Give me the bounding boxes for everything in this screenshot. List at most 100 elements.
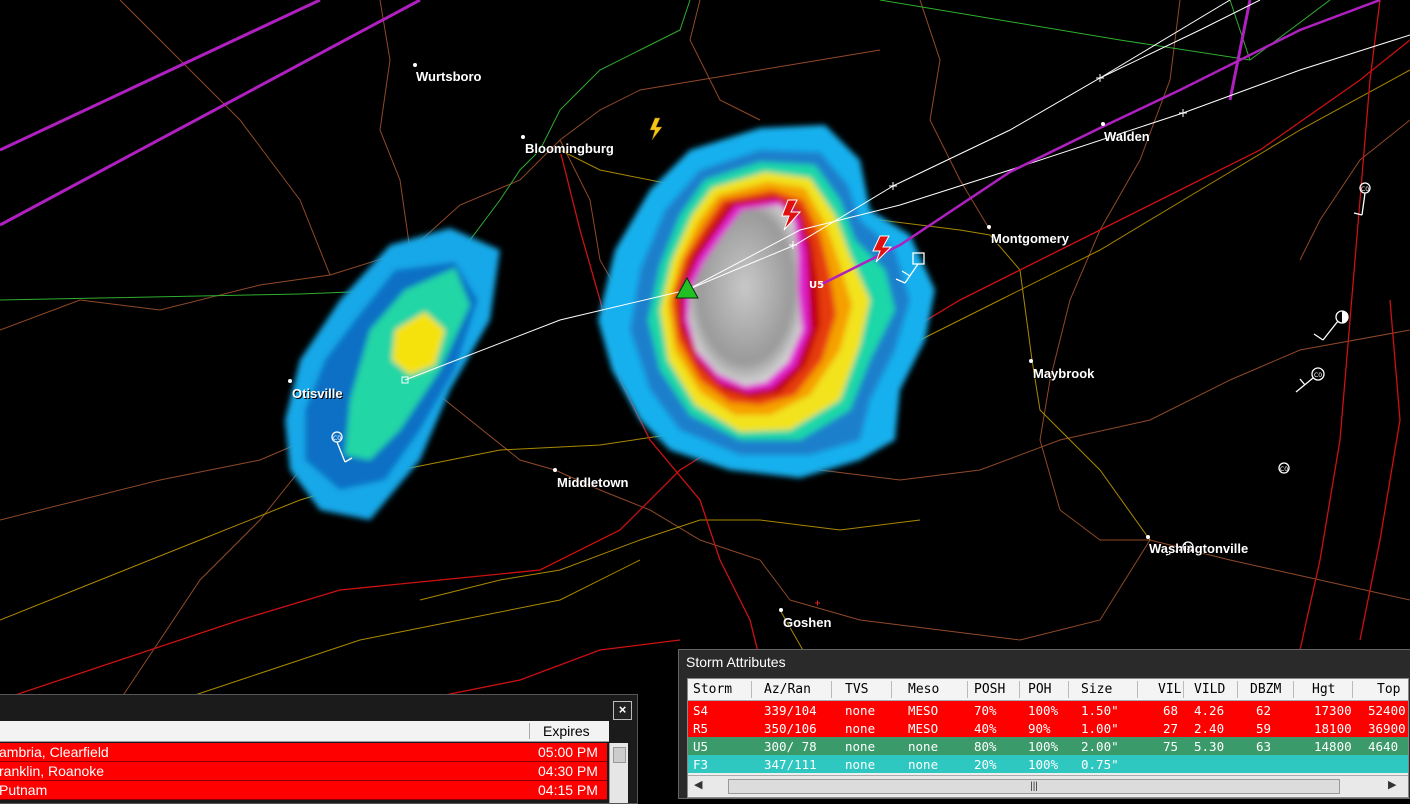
table-cell: none bbox=[908, 757, 939, 772]
warnings-table-header: Expires bbox=[0, 721, 609, 742]
column-header-meso[interactable]: Meso bbox=[908, 682, 939, 697]
table-cell: 4.26 bbox=[1194, 703, 1225, 718]
table-cell: 4640 bbox=[1368, 739, 1399, 754]
warning-row[interactable]: Putnam 04:15 PM bbox=[0, 781, 607, 800]
column-header-tvs[interactable]: TVS bbox=[845, 682, 868, 697]
column-header-poh[interactable]: POH bbox=[1028, 682, 1051, 697]
storm-id-label: U5 bbox=[809, 280, 824, 291]
city-dot bbox=[413, 63, 417, 67]
svg-text:C0: C0 bbox=[333, 435, 341, 442]
city-middletown: Middletown bbox=[557, 475, 629, 490]
table-cell: 62 bbox=[1256, 703, 1272, 718]
table-cell: 40% bbox=[974, 721, 997, 736]
table-cell: none bbox=[845, 703, 876, 718]
column-header-storm[interactable]: Storm bbox=[693, 682, 732, 697]
horizontal-scrollbar[interactable]: ◀ ||| ▶ bbox=[688, 775, 1408, 796]
table-cell: 75 bbox=[1163, 739, 1179, 754]
table-row[interactable]: R5 350/106 none MESO 40% 90% 1.00" 27 2.40 59 1810… bbox=[688, 719, 1408, 737]
table-cell: 63 bbox=[1256, 739, 1272, 754]
column-header-vild[interactable]: VILD bbox=[1194, 682, 1225, 697]
table-cell: 350/106 bbox=[764, 721, 817, 736]
city-wurtsboro: Wurtsboro bbox=[416, 69, 482, 84]
city-maybrook: Maybrook bbox=[1033, 366, 1095, 381]
table-cell: 36900 bbox=[1368, 721, 1406, 736]
svg-text:C0: C0 bbox=[1361, 186, 1369, 193]
table-cell: F3 bbox=[693, 757, 709, 772]
table-cell: 14800 bbox=[1314, 739, 1352, 754]
city-dot bbox=[553, 468, 557, 472]
column-header-expires[interactable]: Expires bbox=[543, 723, 590, 739]
table-cell: 100% bbox=[1028, 703, 1059, 718]
column-header-size[interactable]: Size bbox=[1081, 682, 1112, 697]
scrollbar-thumb[interactable]: ||| bbox=[728, 779, 1340, 794]
table-cell: none bbox=[845, 739, 876, 754]
column-header-az-ran[interactable]: Az/Ran bbox=[764, 682, 811, 697]
table-cell: 100% bbox=[1028, 739, 1059, 754]
city-walden: Walden bbox=[1104, 129, 1150, 144]
table-cell: 70% bbox=[974, 703, 997, 718]
warning-row[interactable]: ambria, Clearfield 05:00 PM bbox=[0, 743, 607, 762]
column-header-top[interactable]: Top bbox=[1377, 682, 1400, 697]
table-cell: 90% bbox=[1028, 721, 1051, 736]
city-dot bbox=[987, 225, 991, 229]
city-bloomingburg: Bloomingburg bbox=[525, 141, 614, 156]
city-montgomery: Montgomery bbox=[991, 231, 1069, 246]
scroll-right-arrow-icon[interactable]: ▶ bbox=[1388, 778, 1396, 791]
storm-attributes-table: Storm Az/Ran TVS Meso POSH POH Size VIL … bbox=[687, 678, 1409, 798]
scrollbar-thumb[interactable] bbox=[613, 747, 626, 763]
table-cell: 2.40 bbox=[1194, 721, 1225, 736]
table-cell: S4 bbox=[693, 703, 709, 718]
table-cell: 1.00" bbox=[1081, 721, 1119, 736]
warning-area: ranklin, Roanoke bbox=[0, 763, 105, 779]
table-cell: none bbox=[908, 739, 939, 754]
table-cell: 18100 bbox=[1314, 721, 1352, 736]
scroll-left-arrow-icon[interactable]: ◀ bbox=[694, 778, 702, 791]
table-header: Storm Az/Ran TVS Meso POSH POH Size VIL … bbox=[688, 679, 1408, 701]
table-cell: none bbox=[845, 757, 876, 772]
warning-expires: 04:30 PM bbox=[538, 763, 598, 779]
storm-attributes-panel: Storm Attributes Storm Az/Ran TVS Meso P… bbox=[678, 649, 1410, 799]
table-row[interactable]: U5 300/ 78 none none 80% 100% 2.00" 75 5.30 63 148… bbox=[688, 737, 1408, 755]
table-cell: 347/111 bbox=[764, 757, 817, 772]
city-otisville: Otisville bbox=[292, 386, 343, 401]
column-header-vil[interactable]: VIL bbox=[1158, 682, 1181, 697]
table-cell: 339/104 bbox=[764, 703, 817, 718]
table-cell: MESO bbox=[908, 703, 939, 718]
city-dot bbox=[779, 608, 783, 612]
column-header-dbzm[interactable]: DBZM bbox=[1250, 682, 1281, 697]
city-dot bbox=[1146, 535, 1150, 539]
close-button[interactable]: × bbox=[613, 701, 632, 720]
table-cell: 5.30 bbox=[1194, 739, 1225, 754]
table-cell: R5 bbox=[693, 721, 709, 736]
table-cell: MESO bbox=[908, 721, 939, 736]
city-washingtonville: Washingtonville bbox=[1149, 541, 1249, 556]
warnings-list: ambria, Clearfield 05:00 PM ranklin, Roa… bbox=[0, 743, 607, 800]
table-cell: 100% bbox=[1028, 757, 1059, 772]
svg-text:C0: C0 bbox=[1314, 372, 1322, 379]
table-cell: 59 bbox=[1256, 721, 1272, 736]
warnings-panel: × Expires ambria, Clearfield 05:00 PM ra… bbox=[0, 694, 638, 804]
panel-title: Storm Attributes bbox=[686, 654, 786, 670]
table-cell: 300/ 78 bbox=[764, 739, 817, 754]
svg-text:C0: C0 bbox=[1280, 466, 1288, 473]
warning-row[interactable]: ranklin, Roanoke 04:30 PM bbox=[0, 762, 607, 781]
city-dot bbox=[1101, 122, 1105, 126]
warning-area: Putnam bbox=[0, 782, 48, 798]
table-cell: 20% bbox=[974, 757, 997, 772]
column-header-posh[interactable]: POSH bbox=[974, 682, 1005, 697]
table-cell: 27 bbox=[1163, 721, 1179, 736]
vertical-scrollbar[interactable] bbox=[609, 743, 628, 803]
city-dot bbox=[288, 379, 292, 383]
table-cell: 2.00" bbox=[1081, 739, 1119, 754]
warning-area: ambria, Clearfield bbox=[0, 744, 109, 760]
table-cell: 0.75" bbox=[1081, 757, 1119, 772]
table-row[interactable]: F3 347/111 none none 20% 100% 0.75" bbox=[688, 755, 1408, 773]
warning-expires: 04:15 PM bbox=[538, 782, 598, 798]
table-cell: 1.50" bbox=[1081, 703, 1119, 718]
table-cell: 17300 bbox=[1314, 703, 1352, 718]
table-cell: 80% bbox=[974, 739, 997, 754]
table-row[interactable]: S4 339/104 none MESO 70% 100% 1.50" 68 4.26 62 173… bbox=[688, 701, 1408, 719]
column-header-hgt[interactable]: Hgt bbox=[1312, 682, 1335, 697]
city-dot bbox=[521, 135, 525, 139]
table-cell: none bbox=[845, 721, 876, 736]
